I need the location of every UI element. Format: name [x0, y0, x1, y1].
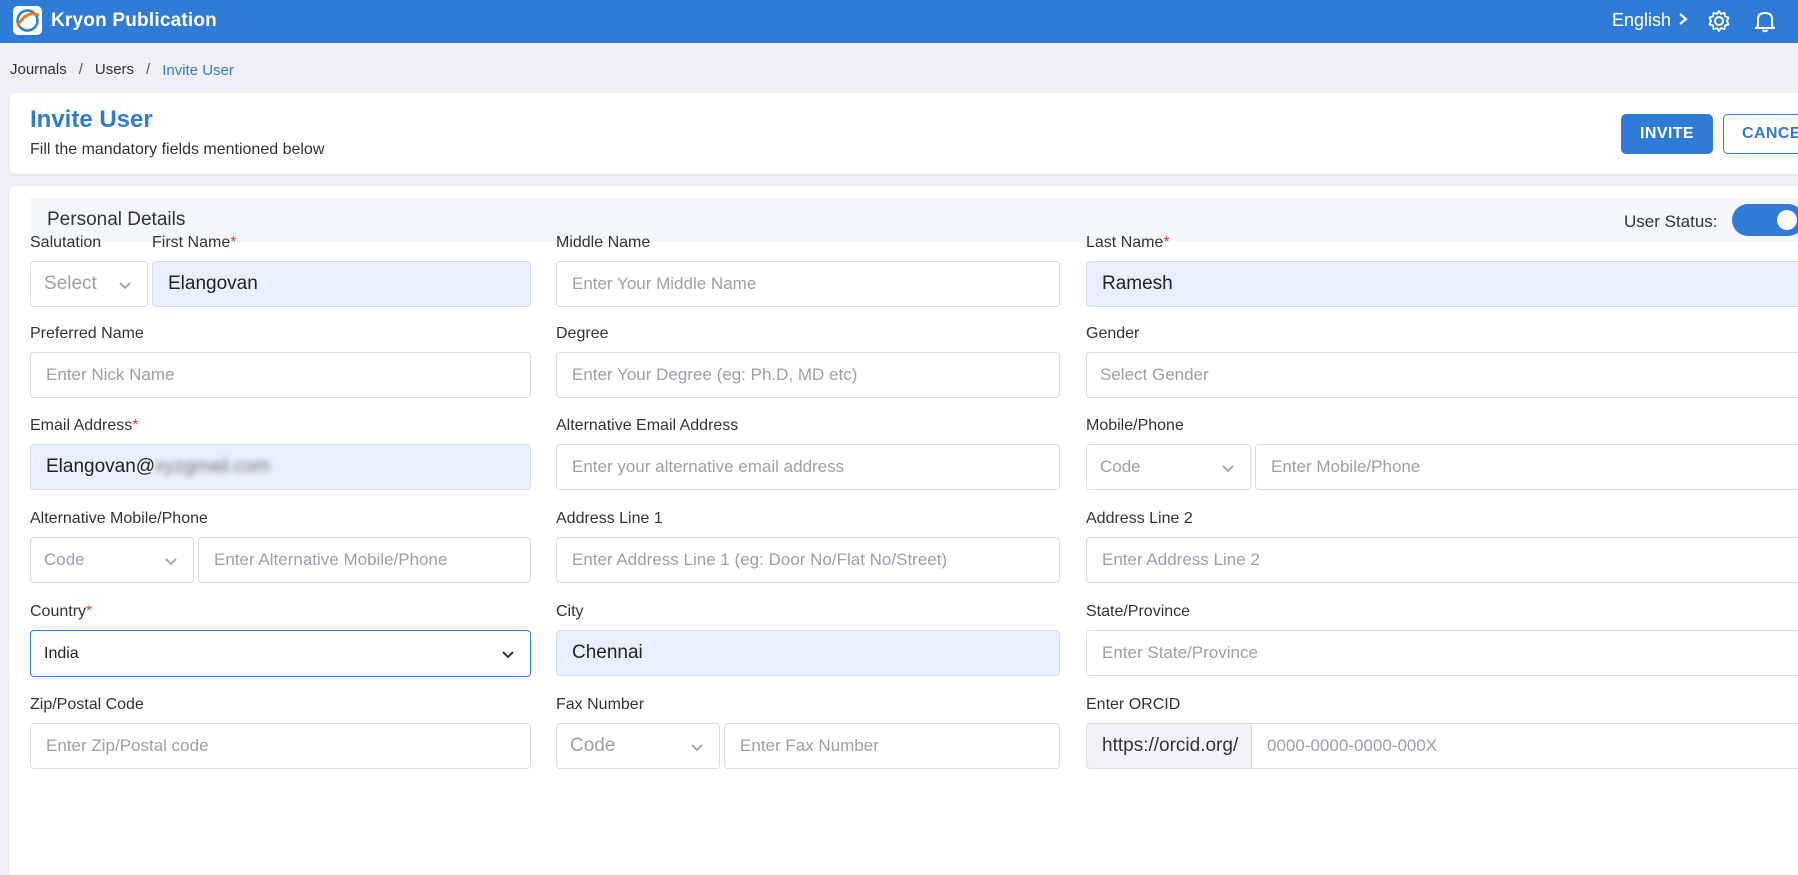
alt-mobile-input[interactable]	[198, 537, 531, 583]
fax-input[interactable]	[724, 723, 1060, 769]
salutation-label: Salutation	[30, 234, 102, 251]
city-input[interactable]	[556, 630, 1060, 676]
page-title: Invite User	[30, 106, 153, 133]
address1-label: Address Line 1	[556, 510, 663, 527]
email-value-redacted: xyzgmail.com	[155, 456, 271, 477]
last-name-label: Last Name*	[1086, 234, 1170, 252]
alt-mobile-label: Alternative Mobile/Phone	[30, 510, 208, 527]
app-logo-icon[interactable]	[13, 6, 42, 35]
chevron-down-icon	[689, 739, 705, 755]
personal-details-form: Personal Details User Status: Salutation…	[10, 186, 1798, 875]
country-select[interactable]: India	[30, 630, 531, 677]
cancel-button[interactable]: CANCE	[1723, 114, 1798, 154]
zip-input[interactable]	[30, 723, 531, 769]
breadcrumb-separator: /	[146, 61, 151, 78]
country-value: India	[44, 644, 79, 662]
alt-email-label: Alternative Email Address	[556, 417, 739, 434]
chevron-down-icon	[163, 553, 179, 569]
middle-name-input[interactable]	[556, 261, 1060, 307]
page-subtitle: Fill the mandatory fields mentioned belo…	[30, 141, 325, 158]
language-selector[interactable]: English	[1612, 10, 1689, 31]
breadcrumb-separator: /	[78, 61, 83, 78]
email-label: Email Address*	[30, 417, 139, 435]
address2-label: Address Line 2	[1086, 510, 1193, 527]
section-title: Personal Details	[47, 209, 186, 230]
fax-code-select[interactable]: Code	[556, 723, 720, 769]
user-status-toggle[interactable]	[1732, 204, 1798, 236]
last-name-input[interactable]	[1086, 261, 1798, 307]
state-input[interactable]	[1086, 630, 1798, 676]
invite-button[interactable]: INVITE	[1621, 114, 1713, 154]
address1-input[interactable]	[556, 537, 1060, 583]
degree-label: Degree	[556, 325, 609, 342]
fax-code-value: Code	[570, 735, 616, 756]
toggle-knob	[1777, 210, 1797, 230]
city-label: City	[556, 603, 584, 620]
app-title: Kryon Publication	[51, 10, 217, 31]
chevron-down-icon	[117, 277, 133, 293]
breadcrumb-journals[interactable]: Journals	[10, 61, 67, 78]
top-bar: Kryon Publication English	[0, 0, 1798, 43]
gear-icon[interactable]	[1706, 8, 1732, 34]
salutation-value: Select	[44, 273, 97, 294]
chevron-right-icon	[1677, 10, 1689, 31]
orcid-label: Enter ORCID	[1086, 696, 1181, 713]
mobile-input[interactable]	[1255, 444, 1798, 490]
middle-name-label: Middle Name	[556, 234, 651, 251]
user-status-label: User Status:	[1624, 212, 1718, 231]
degree-input[interactable]	[556, 352, 1060, 398]
gender-select[interactable]: Select Gender	[1086, 352, 1798, 398]
fax-label: Fax Number	[556, 696, 645, 713]
mobile-label: Mobile/Phone	[1086, 417, 1184, 434]
required-mark: *	[230, 234, 237, 251]
address2-input[interactable]	[1086, 537, 1798, 583]
last-name-label-text: Last Name	[1086, 234, 1164, 251]
bell-icon[interactable]	[1752, 8, 1778, 34]
orcid-prefix: https://orcid.org/	[1086, 723, 1251, 769]
email-value: Elangovan@	[46, 456, 156, 477]
preferred-name-label: Preferred Name	[30, 325, 144, 342]
email-label-text: Email Address	[30, 417, 133, 434]
chevron-down-icon	[1220, 460, 1236, 476]
required-mark: *	[132, 417, 139, 434]
chevron-down-icon	[500, 646, 516, 662]
zip-label: Zip/Postal Code	[30, 696, 144, 713]
page-header: Invite User Fill the mandatory fields me…	[10, 93, 1798, 174]
mobile-code-value: Code	[1100, 457, 1141, 476]
first-name-input[interactable]	[152, 261, 531, 307]
mobile-code-select[interactable]: Code	[1086, 444, 1251, 490]
required-mark: *	[1163, 234, 1170, 251]
email-input[interactable]: Elangovan@ xyzgmail.com	[30, 444, 531, 490]
language-label: English	[1612, 10, 1672, 30]
alt-mobile-code-select[interactable]: Code	[30, 537, 194, 583]
preferred-name-input[interactable]	[30, 352, 531, 398]
alt-email-input[interactable]	[556, 444, 1060, 490]
gender-value: Select Gender	[1100, 365, 1209, 384]
first-name-label-text: First Name	[152, 234, 231, 251]
first-name-label: First Name*	[152, 234, 236, 252]
section-header: Personal Details	[30, 198, 1798, 242]
required-mark: *	[86, 603, 93, 620]
orcid-input[interactable]	[1251, 723, 1798, 769]
country-label-text: Country	[30, 603, 87, 620]
breadcrumb-users[interactable]: Users	[95, 61, 134, 78]
country-label: Country*	[30, 603, 92, 621]
breadcrumb-current: Invite User	[162, 62, 234, 79]
state-label: State/Province	[1086, 603, 1191, 620]
gender-label: Gender	[1086, 325, 1140, 342]
breadcrumb: Journals / Users / Invite User	[10, 61, 234, 79]
alt-mobile-code-value: Code	[44, 550, 85, 569]
salutation-select[interactable]: Select	[30, 261, 148, 307]
